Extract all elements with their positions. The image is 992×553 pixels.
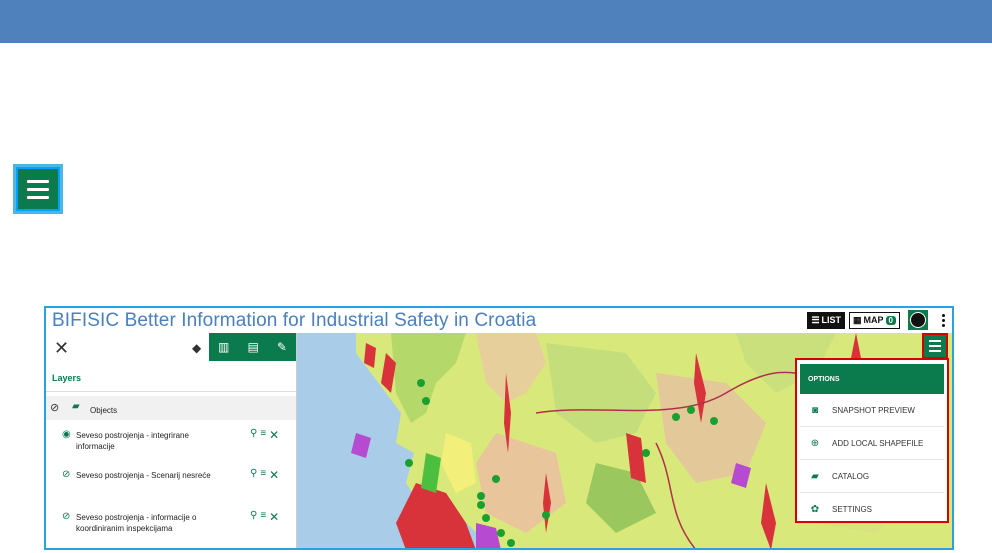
map-icon[interactable]: ▥ (218, 340, 229, 354)
filter-icon[interactable]: ≡ (260, 428, 266, 442)
hamburger-icon (18, 169, 58, 209)
map-view-button[interactable]: ▦ MAP 0 (849, 311, 900, 329)
top-banner (0, 0, 992, 43)
layer-label: Seveso postrojenja - integrirane informa… (76, 431, 189, 451)
divider (46, 391, 296, 392)
more-options-icon[interactable] (940, 313, 946, 327)
map-count-badge: 0 (885, 315, 896, 325)
hamburger-icon (929, 340, 941, 342)
camera-icon: ◙ (811, 404, 819, 416)
user-account-button[interactable] (908, 310, 928, 330)
layer-item[interactable]: ⊘ Seveso postrojenja - Scenarij nesreće … (46, 468, 296, 504)
folder-icon: ▰ (72, 401, 80, 412)
layers-title: Layers (52, 373, 82, 383)
menu-item-settings[interactable]: ✿ SETTINGS (800, 493, 944, 525)
layer-actions: ⚲ ≡ ✕ (250, 510, 279, 524)
layer-group-row[interactable]: ⊘ ▰ Objects (46, 396, 296, 420)
remove-icon[interactable]: ✕ (269, 510, 279, 524)
menu-item-catalog[interactable]: ▰ CATALOG (800, 460, 944, 493)
map-menu-button[interactable] (922, 333, 948, 359)
gear-icon: ✿ (810, 503, 820, 515)
layer-label: Seveso postrojenja - Scenarij nesreće (76, 471, 211, 480)
eye-icon[interactable]: ◉ (62, 429, 71, 440)
panel-toolbar: ▥ ▤ ✎ (209, 333, 296, 361)
options-header: OPTIONS (800, 364, 944, 394)
folder-icon: ▰ (811, 470, 819, 482)
brush-icon[interactable]: ✎ (277, 340, 287, 354)
remove-icon[interactable]: ✕ (269, 428, 279, 442)
filter-icon[interactable]: ≡ (260, 510, 266, 524)
close-icon[interactable]: ✕ (54, 339, 69, 357)
list-icon: ☰ (811, 314, 820, 325)
top-controls: ☰ LIST ▦ MAP 0 (807, 310, 946, 330)
hamburger-menu-button-enlarged[interactable] (13, 164, 63, 214)
options-menu: OPTIONS ◙ SNAPSHOT PREVIEW ⊕ ADD LOCAL S… (795, 358, 949, 523)
upload-icon: ⊕ (810, 437, 820, 449)
zoom-icon[interactable]: ⚲ (250, 428, 257, 442)
zoom-icon[interactable]: ⚲ (250, 510, 257, 524)
layer-item[interactable]: ◉ Seveso postrojenja - integrirane infor… (46, 428, 296, 464)
zoom-icon[interactable]: ⚲ (250, 468, 257, 482)
layers-icon[interactable]: ◆ (192, 341, 201, 355)
app-screenshot: BIFISIC Better Information for Industria… (44, 306, 954, 550)
eye-slash-icon[interactable]: ⊘ (50, 401, 59, 414)
layers-panel: ✕ ◆ ▥ ▤ ✎ Layers ⊘ ▰ Objects ◉ Seveso po… (46, 333, 297, 548)
layer-group-label: Objects (90, 406, 118, 415)
map-icon: ▦ (853, 314, 862, 325)
filter-icon[interactable]: ≡ (260, 468, 266, 482)
eye-slash-icon[interactable]: ⊘ (62, 511, 70, 522)
eye-slash-icon[interactable]: ⊘ (62, 469, 70, 480)
layer-label: Seveso postrojenja - informacije o koord… (76, 513, 197, 533)
layer-item[interactable]: ⊘ Seveso postrojenja - informacije o koo… (46, 510, 296, 546)
layer-actions: ⚲ ≡ ✕ (250, 428, 279, 442)
user-icon (910, 312, 926, 328)
layer-actions: ⚲ ≡ ✕ (250, 468, 279, 482)
menu-item-add-local-shapefile[interactable]: ⊕ ADD LOCAL SHAPEFILE (800, 427, 944, 460)
app-title: BIFISIC Better Information for Industria… (52, 310, 537, 331)
menu-item-snapshot-preview[interactable]: ◙ SNAPSHOT PREVIEW (800, 394, 944, 427)
list-view-button[interactable]: ☰ LIST (807, 311, 846, 329)
map-layers-icon[interactable]: ▤ (247, 340, 258, 354)
remove-icon[interactable]: ✕ (269, 468, 279, 482)
